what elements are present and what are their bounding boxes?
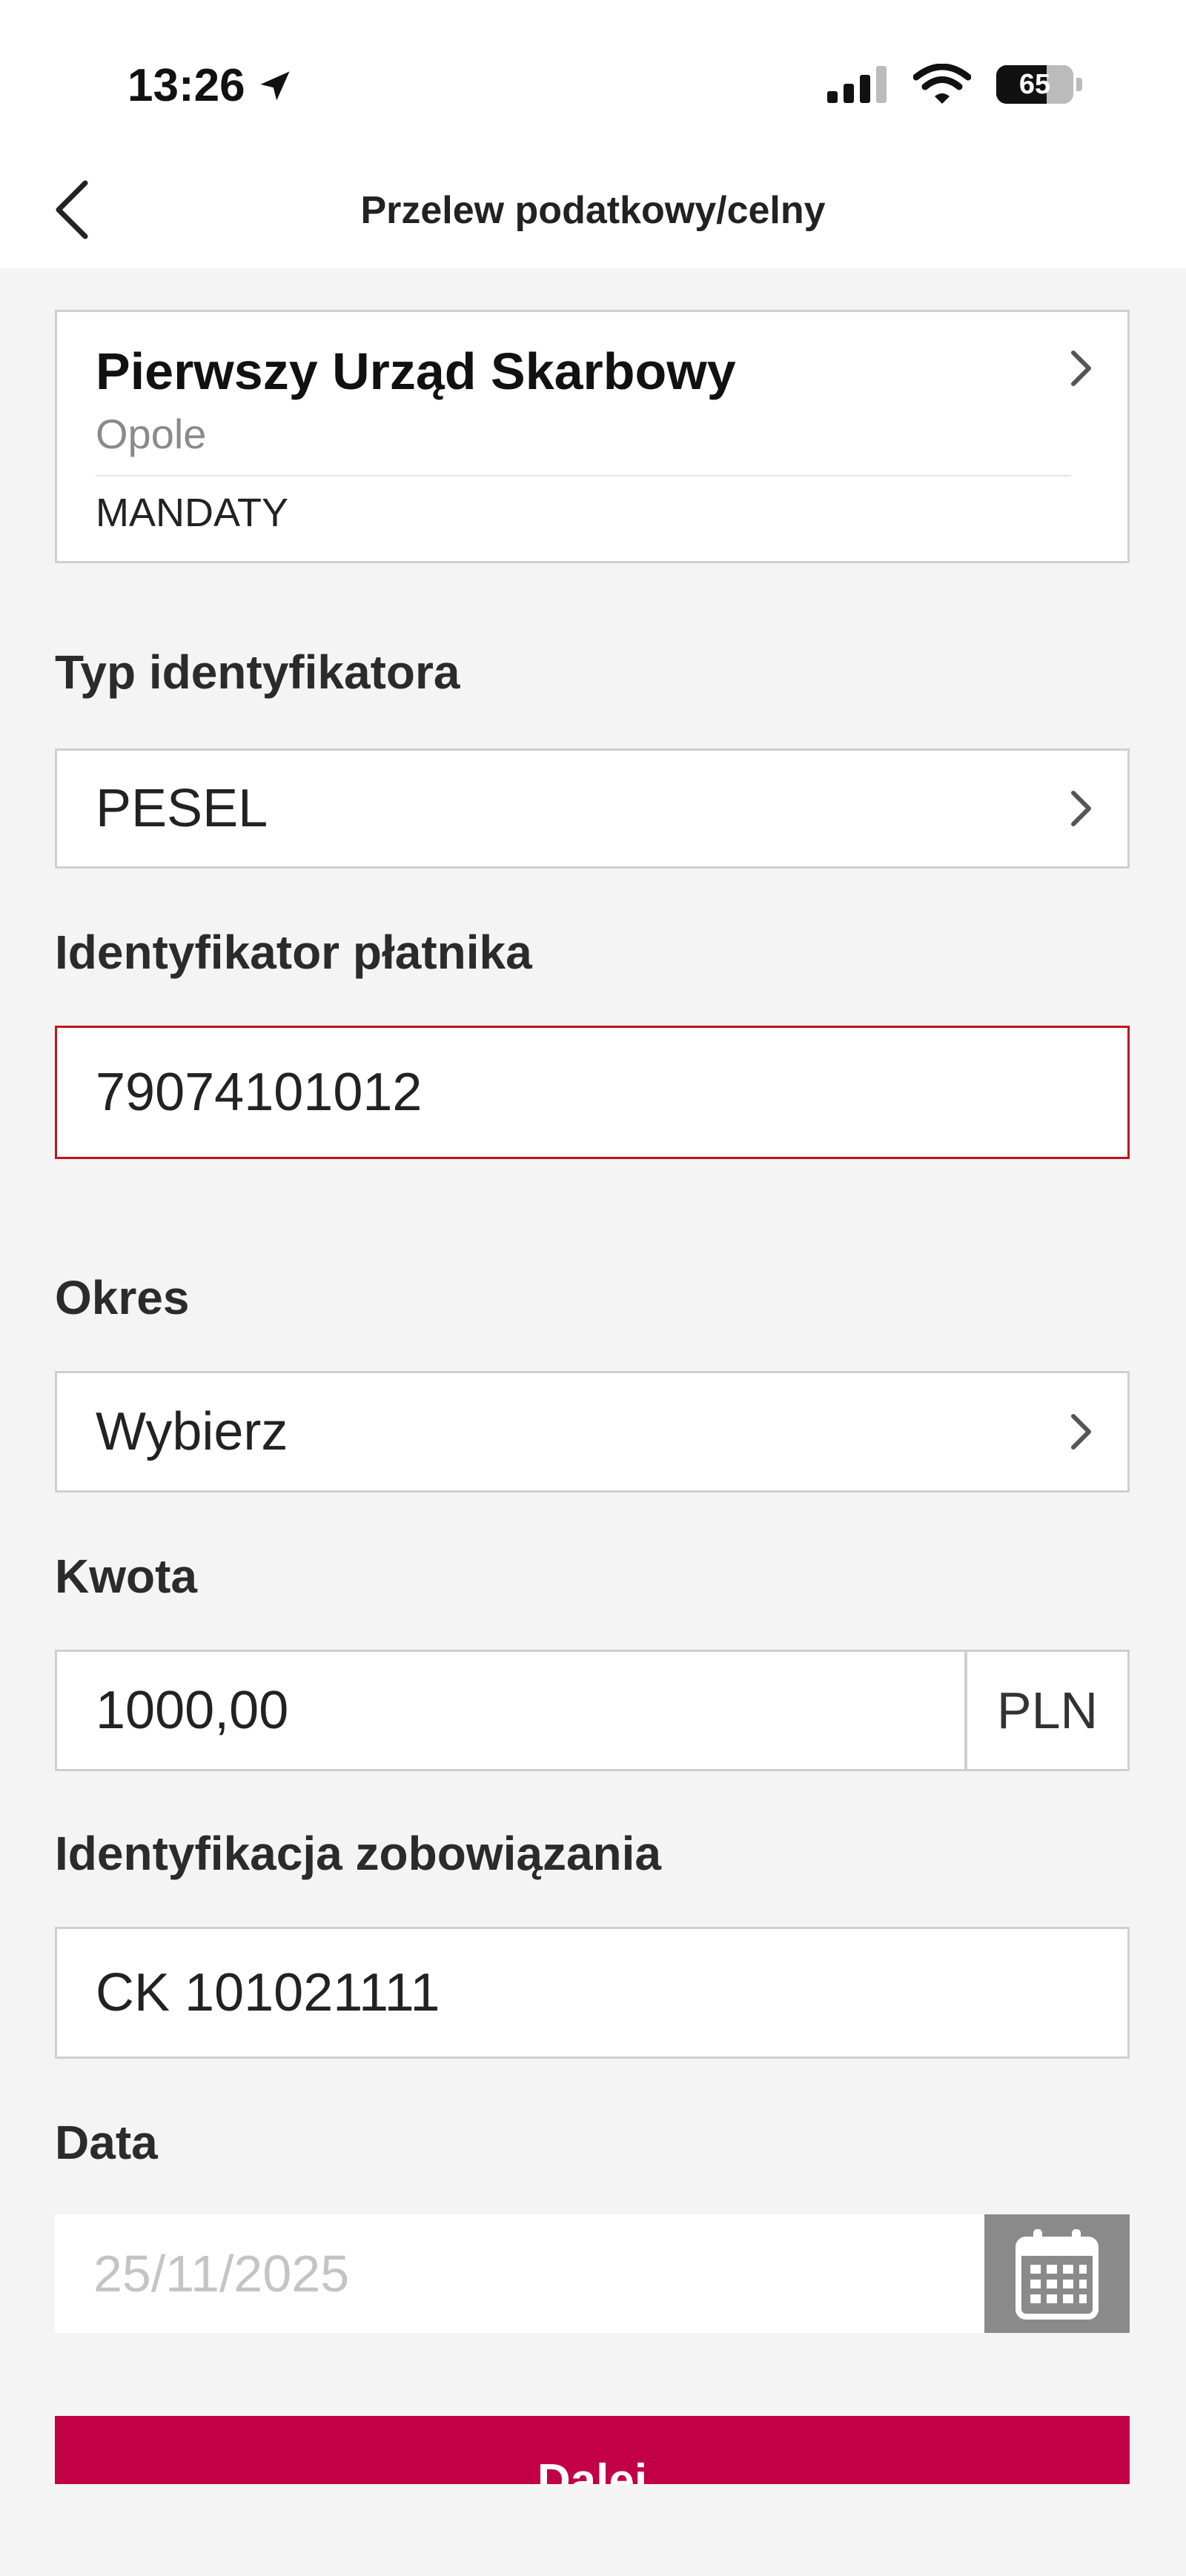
tax-office-city: Opole	[96, 411, 207, 457]
chevron-right-icon	[1071, 791, 1091, 826]
amount-label: Kwota	[55, 1550, 197, 1603]
date-value: 25/11/2025	[93, 2245, 350, 2303]
payer-id-value: 79074101012	[96, 1063, 423, 1122]
top-bar: 13:26 65 Przelew podatkowy/celny	[0, 0, 1186, 268]
card-divider	[96, 475, 1071, 477]
wifi-icon	[913, 64, 971, 104]
identifier-type-select[interactable]: PESEL	[55, 748, 1130, 869]
calendar-button[interactable]	[984, 2214, 1130, 2333]
chevron-right-icon	[1071, 1414, 1091, 1450]
amount-input[interactable]: 1000,00	[55, 1650, 967, 1771]
date-label: Data	[55, 2116, 158, 2169]
identifier-type-label: Typ identyfikatora	[55, 645, 460, 699]
period-value: Wybierz	[96, 1402, 288, 1461]
obligation-value: CK 101021111	[96, 1963, 440, 2022]
payer-id-input[interactable]: 79074101012	[55, 1026, 1130, 1159]
currency-label: PLN	[965, 1650, 1130, 1771]
status-time-label: 13:26	[127, 60, 245, 111]
period-select[interactable]: Wybierz	[55, 1371, 1130, 1493]
identifier-type-value: PESEL	[96, 779, 268, 838]
obligation-input[interactable]: CK 101021111	[55, 1927, 1130, 2059]
payer-id-label: Identyfikator płatnika	[55, 926, 532, 979]
tax-office-name: Pierwszy Urząd Skarbowy	[96, 342, 736, 400]
tax-office-type: MANDATY	[96, 491, 289, 535]
date-input[interactable]: 25/11/2025	[55, 2214, 984, 2333]
tax-office-card[interactable]: Pierwszy Urząd Skarbowy Opole MANDATY	[55, 310, 1130, 563]
period-label: Okres	[55, 1271, 190, 1324]
bottom-area	[0, 2484, 1186, 2576]
amount-value: 1000,00	[96, 1681, 289, 1740]
status-time: 13:26	[127, 59, 294, 112]
page-title: Przelew podatkowy/celny	[360, 189, 826, 232]
chevron-right-icon	[1071, 351, 1091, 386]
signal-icon	[827, 66, 887, 103]
location-arrow-icon	[260, 71, 290, 100]
status-icons: 65	[827, 64, 1082, 105]
battery-icon: 65	[996, 65, 1073, 104]
battery-level: 65	[1018, 68, 1051, 100]
obligation-label: Identyfikacja zobowiązania	[55, 1827, 661, 1880]
calendar-icon	[1016, 2229, 1099, 2320]
battery-tip	[1076, 78, 1082, 91]
